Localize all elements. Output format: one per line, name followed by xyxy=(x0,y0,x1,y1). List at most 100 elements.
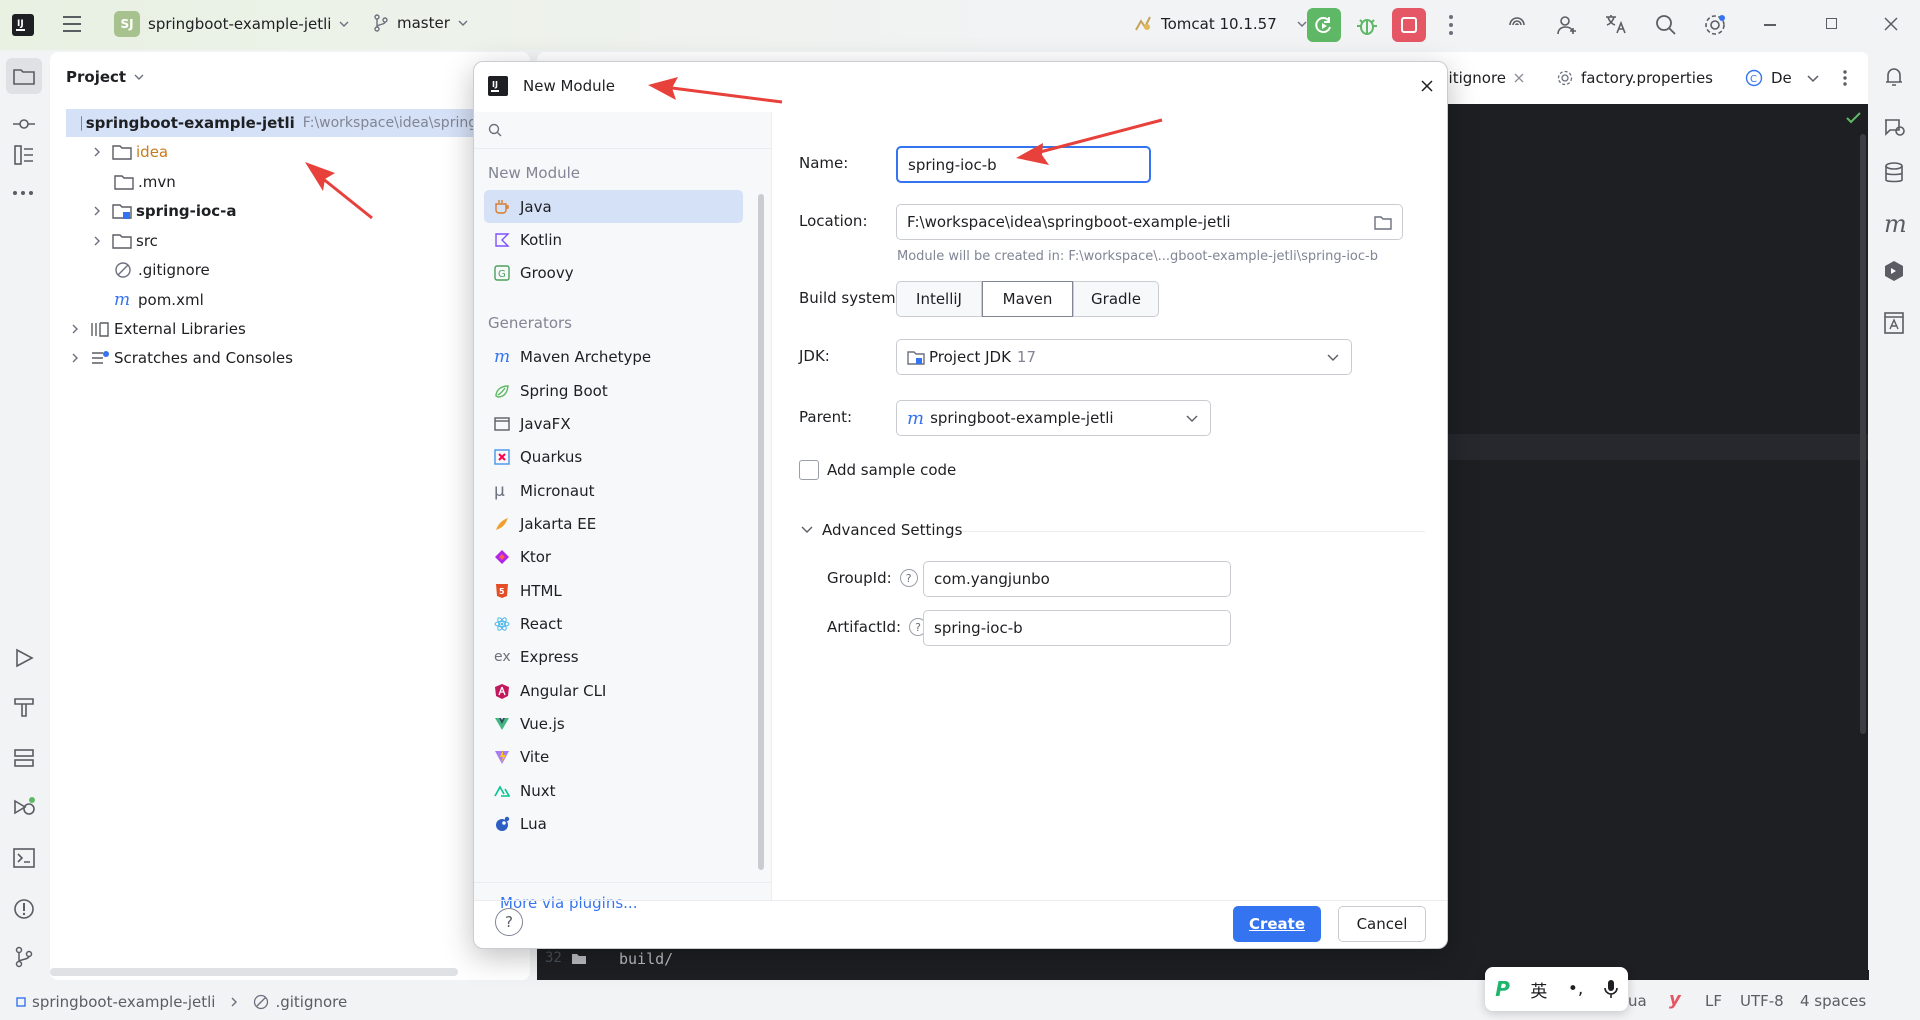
nav-vite[interactable]: Vite xyxy=(484,740,743,773)
tree-root[interactable]: springboot-example-jetli F:\workspace\id… xyxy=(66,109,486,137)
build-option-gradle[interactable]: Gradle xyxy=(1073,281,1159,317)
project-tool-button[interactable] xyxy=(6,58,42,94)
close-dialog-icon[interactable] xyxy=(1421,80,1433,92)
help-icon[interactable]: ? xyxy=(899,569,918,587)
horizontal-scrollbar[interactable] xyxy=(50,968,458,976)
minimize-icon[interactable] xyxy=(1764,24,1776,26)
add-user-icon[interactable] xyxy=(1556,14,1578,36)
maximize-icon[interactable] xyxy=(1826,18,1837,29)
help-button[interactable]: ? xyxy=(495,908,523,936)
nav-nuxt[interactable]: Nuxt xyxy=(484,774,743,807)
nav-kotlin[interactable]: Kotlin xyxy=(484,223,743,256)
nav-react[interactable]: React xyxy=(484,607,743,640)
search-icon[interactable] xyxy=(1655,14,1677,36)
chevron-down-icon[interactable] xyxy=(801,525,813,535)
commit-tool-icon[interactable] xyxy=(13,118,35,130)
services-tool-icon[interactable] xyxy=(13,748,35,768)
project-panel-header[interactable]: Project xyxy=(66,68,144,86)
nav-ktor[interactable]: Ktor xyxy=(484,540,743,573)
name-input[interactable]: spring-ioc-b xyxy=(896,146,1151,183)
ai-chat-icon[interactable] xyxy=(1883,116,1905,138)
settings-gear-icon[interactable] xyxy=(1703,13,1727,37)
nav-maven-archetype[interactable]: m Maven Archetype xyxy=(484,340,743,373)
run-tool-icon[interactable] xyxy=(14,648,34,668)
close-tab-icon[interactable] xyxy=(1514,73,1524,83)
notifications-icon[interactable] xyxy=(1883,66,1905,88)
structure-tool-icon[interactable] xyxy=(13,144,35,166)
project-switcher[interactable]: SJ springboot-example-jetli xyxy=(114,11,349,37)
nav-express[interactable]: ex Express xyxy=(484,640,743,673)
intellij-logo-icon[interactable]: IJ xyxy=(12,14,34,36)
parent-select[interactable]: m springboot-example-jetli xyxy=(896,400,1211,436)
ime-toolbar[interactable]: P 英 •, xyxy=(1485,967,1628,1011)
vertical-scrollbar[interactable] xyxy=(1860,134,1866,734)
line-separator[interactable]: LF xyxy=(1705,992,1722,1010)
branch-switcher[interactable]: master xyxy=(373,14,468,32)
translate-icon[interactable] xyxy=(1604,13,1628,35)
browse-folder-icon[interactable] xyxy=(1374,214,1392,230)
database-icon[interactable] xyxy=(1884,162,1904,184)
build-tool-icon[interactable] xyxy=(13,696,35,718)
chevron-down-icon[interactable] xyxy=(1807,74,1819,84)
tree-item-external-libraries[interactable]: External Libraries xyxy=(70,315,246,343)
create-button[interactable]: Create xyxy=(1233,906,1321,942)
tree-item-gitignore[interactable]: .gitignore xyxy=(114,256,210,284)
advanced-settings-toggle[interactable]: Advanced Settings xyxy=(822,521,962,539)
rerun-button[interactable] xyxy=(1307,8,1341,42)
tree-item-mvn[interactable]: .mvn xyxy=(114,168,176,196)
plugin-icon[interactable] xyxy=(1883,260,1905,282)
run-config-selector[interactable]: Tomcat 10.1.57 xyxy=(1133,14,1307,34)
close-window-icon[interactable] xyxy=(1884,17,1898,31)
sample-code-checkbox[interactable] xyxy=(799,460,819,480)
terminal-tool-icon[interactable] xyxy=(13,848,35,868)
nav-spring-boot[interactable]: Spring Boot xyxy=(484,374,743,407)
nav-groovy[interactable]: G Groovy xyxy=(484,256,743,289)
tree-item-pom[interactable]: m pom.xml xyxy=(114,286,204,314)
tree-item-scratches[interactable]: Scratches and Consoles xyxy=(70,344,293,372)
jdk-select[interactable]: Project JDK 17 xyxy=(896,339,1352,375)
file-encoding[interactable]: UTF-8 xyxy=(1740,992,1784,1010)
debug-button[interactable] xyxy=(1356,14,1378,36)
cancel-button[interactable]: Cancel xyxy=(1338,906,1426,942)
plugin-status-icon[interactable]: y xyxy=(1669,989,1681,1010)
tree-item-src[interactable]: src xyxy=(92,227,158,255)
tab-gitignore[interactable]: gitignore xyxy=(1439,52,1524,104)
git-tool-icon[interactable] xyxy=(14,946,34,968)
more-via-plugins-link[interactable]: More via plugins... xyxy=(500,894,637,912)
maven-tool-icon[interactable]: m xyxy=(1884,210,1907,238)
ai-assistant-icon[interactable] xyxy=(1506,14,1528,36)
main-menu-icon[interactable] xyxy=(62,15,82,33)
more-tools-icon[interactable] xyxy=(12,190,34,196)
ime-lang[interactable]: 英 xyxy=(1530,977,1547,1002)
nav-java[interactable]: Java xyxy=(484,190,743,223)
nav-javafx[interactable]: JavaFX xyxy=(484,407,743,440)
build-option-maven[interactable]: Maven xyxy=(982,281,1073,317)
nav-angular-cli[interactable]: Angular CLI xyxy=(484,674,743,707)
nav-vuejs[interactable]: Vue.js xyxy=(484,707,743,740)
nav-jakarta-ee[interactable]: Jakarta EE xyxy=(484,507,743,540)
groupid-input[interactable]: com.yangjunbo xyxy=(923,561,1231,597)
location-input[interactable]: F:\workspace\idea\springboot-example-jet… xyxy=(896,204,1403,240)
more-actions-icon[interactable] xyxy=(1448,14,1454,36)
ime-punct[interactable]: •, xyxy=(1568,979,1583,999)
tab-factory-properties[interactable]: factory.properties xyxy=(1557,52,1713,104)
sample-code-label[interactable]: Add sample code xyxy=(827,461,956,479)
nav-quarkus[interactable]: Quarkus xyxy=(484,440,743,473)
more-tabs-icon[interactable] xyxy=(1842,69,1848,87)
nav-micronaut[interactable]: µ Micronaut xyxy=(484,474,743,507)
artifactid-input[interactable]: spring-ioc-b xyxy=(923,610,1231,646)
debug-tool-icon[interactable] xyxy=(12,796,36,818)
indent-setting[interactable]: 4 spaces xyxy=(1800,992,1866,1010)
build-option-intellij[interactable]: IntelliJ xyxy=(896,281,982,317)
tree-item-spring-ioc-a[interactable]: spring-ioc-a xyxy=(92,197,237,225)
problems-tool-icon[interactable] xyxy=(13,898,35,920)
breadcrumb-root[interactable]: springboot-example-jetli xyxy=(32,993,215,1011)
breadcrumb-file[interactable]: .gitignore xyxy=(275,993,347,1011)
stop-button[interactable] xyxy=(1392,8,1426,42)
microphone-icon[interactable] xyxy=(1603,979,1618,999)
tree-item-idea[interactable]: idea xyxy=(92,138,168,166)
language-indicator[interactable]: ua xyxy=(1628,992,1647,1010)
tab-de[interactable]: C De xyxy=(1745,52,1792,104)
font-icon[interactable] xyxy=(1884,312,1904,334)
nav-lua[interactable]: Lua xyxy=(484,807,743,840)
